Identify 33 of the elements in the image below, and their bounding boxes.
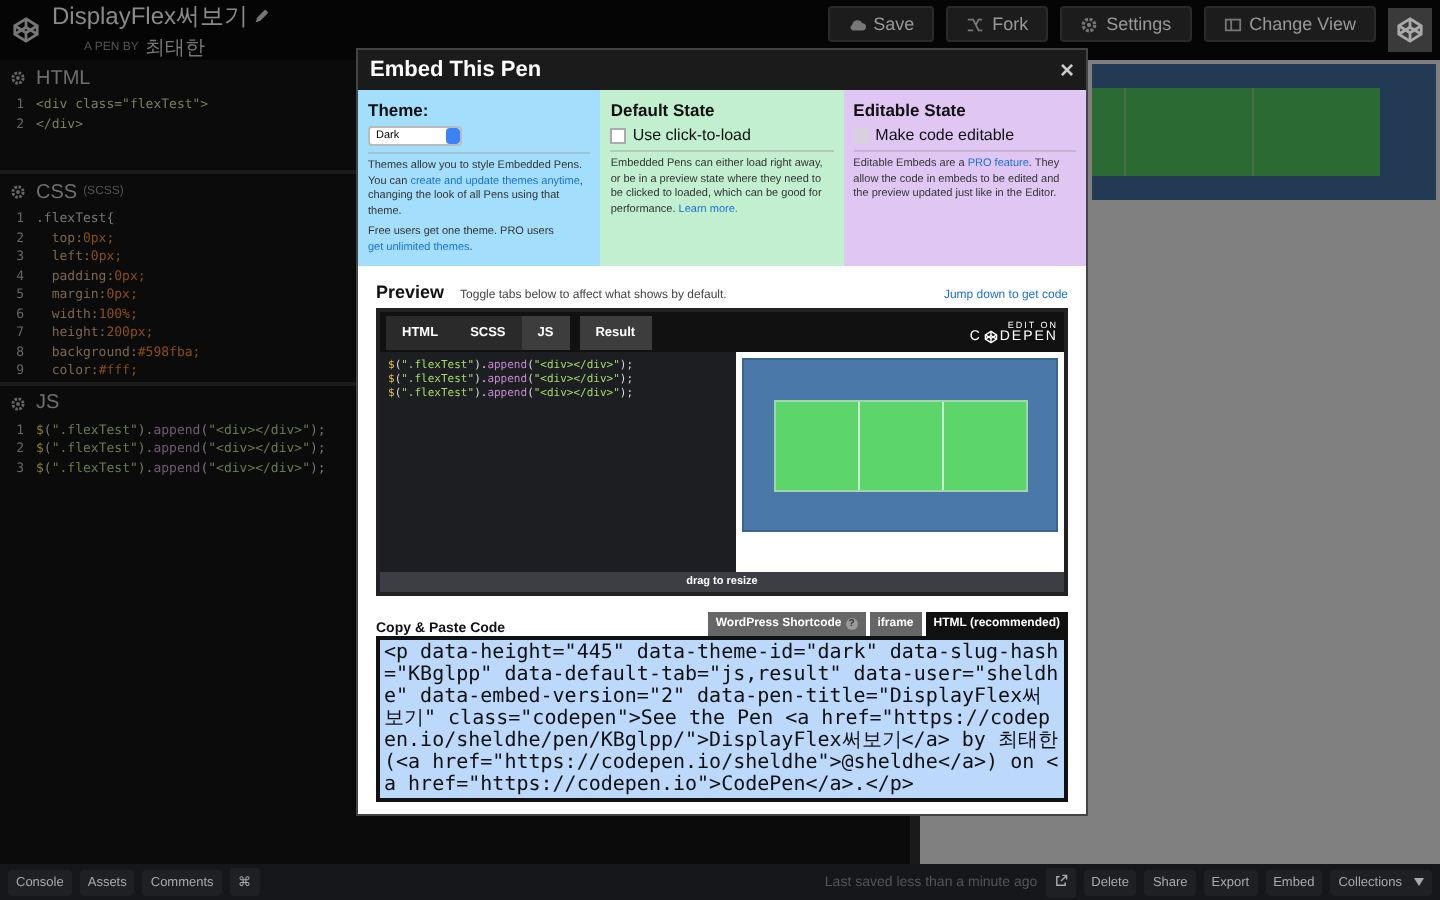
caret-icon: [1414, 877, 1424, 885]
embed-code-field[interactable]: <p data-height="445" data-theme-id="dark" data-slug-hash="KBglpp" data-default-tab="js,result" data-user="sheldhe" data-embed-version="2" data-pen-title="DisplayFlex써보기" class="codepen">See the Pen <a href="https://codepen.io/sheldhe/pen/KBglpp/">DisplayFlex써보기</a> by 최태한 (<a href="https://codepen.io/sheldhe">@sheldhe</a>) on <a href="https://codepen.io">CodePen</a>.</p>: [376, 636, 1068, 802]
panel-title: JS: [36, 392, 60, 414]
header-button[interactable]: Save: [827, 6, 935, 42]
fork-icon: [966, 15, 985, 33]
logo-icon: [983, 330, 998, 344]
header-button[interactable]: Change View: [1203, 6, 1376, 42]
panel-title: CSS: [36, 181, 78, 203]
option-heading: Default State: [610, 100, 717, 120]
pencil-icon: [254, 8, 271, 24]
settings-icon: [10, 70, 26, 86]
layout-icon: [1223, 15, 1242, 33]
cloud-icon: [847, 15, 866, 33]
external-link-button[interactable]: [1045, 867, 1076, 897]
avatar[interactable]: [1388, 8, 1432, 52]
external-link-icon: [1053, 873, 1068, 887]
close-button[interactable]: ×: [1059, 56, 1074, 84]
logo-icon: [1396, 16, 1424, 44]
settings-icon: [10, 184, 26, 200]
header-button[interactable]: Settings: [1060, 6, 1192, 42]
option-heading: Editable State: [853, 100, 968, 120]
checkbox-label[interactable]: Use click-to-load: [632, 126, 751, 144]
header-button[interactable]: Fork: [946, 6, 1049, 42]
settings-icon: [10, 395, 26, 411]
option-heading: Theme:: [368, 100, 431, 120]
author-name[interactable]: 최태한: [144, 33, 205, 61]
settings-icon: [1080, 15, 1099, 33]
dialog-title: Embed This Pen: [370, 58, 542, 82]
section-heading: Preview: [376, 282, 445, 302]
pen-title[interactable]: DisplayFlex써보기: [52, 0, 249, 33]
panel-title: HTML: [36, 67, 91, 89]
checkbox[interactable]: [610, 127, 627, 143]
logo-icon: [12, 16, 40, 44]
